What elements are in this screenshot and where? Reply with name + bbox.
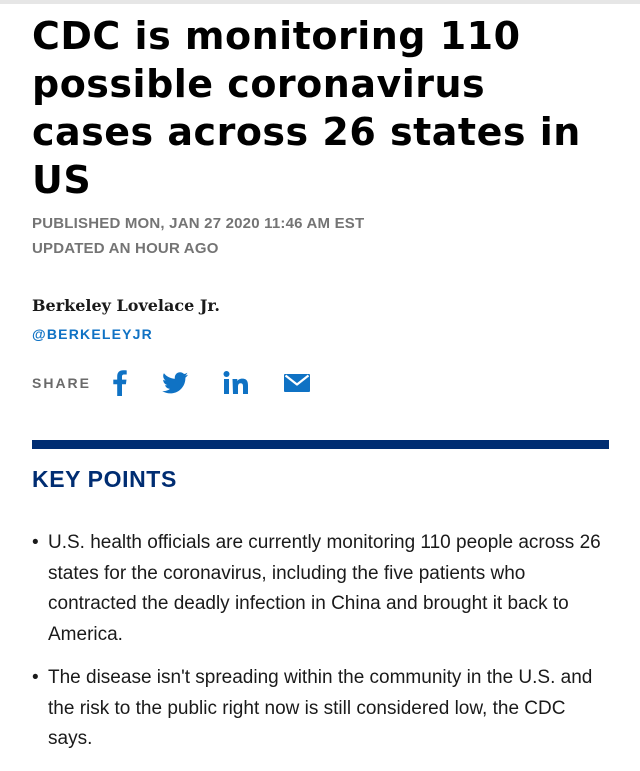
key-points-list: • U.S. health officials are currently mo… bbox=[32, 528, 612, 768]
key-point-text: U.S. health officials are currently moni… bbox=[48, 532, 601, 645]
share-linkedin-button[interactable] bbox=[221, 368, 251, 398]
article-headline: CDC is monitoring 110 possible coronavir… bbox=[32, 14, 581, 202]
bullet-dot-icon: • bbox=[32, 667, 39, 688]
author-twitter-handle-link[interactable]: @BERKELEYJR bbox=[32, 326, 153, 342]
published-timestamp: PUBLISHED MON, JAN 27 2020 11:46 AM EST bbox=[32, 215, 365, 232]
author-name-link[interactable]: Berkeley Lovelace Jr. bbox=[32, 296, 220, 315]
share-email-button[interactable] bbox=[283, 368, 311, 398]
top-divider bbox=[0, 0, 640, 4]
key-points-heading: KEY POINTS bbox=[32, 466, 177, 492]
key-points-divider bbox=[32, 440, 609, 449]
twitter-icon bbox=[162, 372, 189, 394]
share-bar: SHARE bbox=[32, 368, 311, 398]
share-facebook-button[interactable] bbox=[109, 368, 131, 398]
share-twitter-button[interactable] bbox=[161, 368, 189, 398]
key-point-item: • U.S. health officials are currently mo… bbox=[32, 528, 612, 650]
key-point-text: The disease isn't spreading within the c… bbox=[48, 667, 593, 749]
updated-timestamp: UPDATED AN HOUR AGO bbox=[32, 240, 219, 257]
facebook-icon bbox=[113, 370, 127, 396]
email-icon bbox=[284, 374, 311, 392]
share-label: SHARE bbox=[32, 375, 92, 391]
linkedin-icon bbox=[223, 371, 249, 394]
key-point-item: • The disease isn't spreading within the… bbox=[32, 663, 612, 755]
bullet-dot-icon: • bbox=[32, 532, 39, 553]
